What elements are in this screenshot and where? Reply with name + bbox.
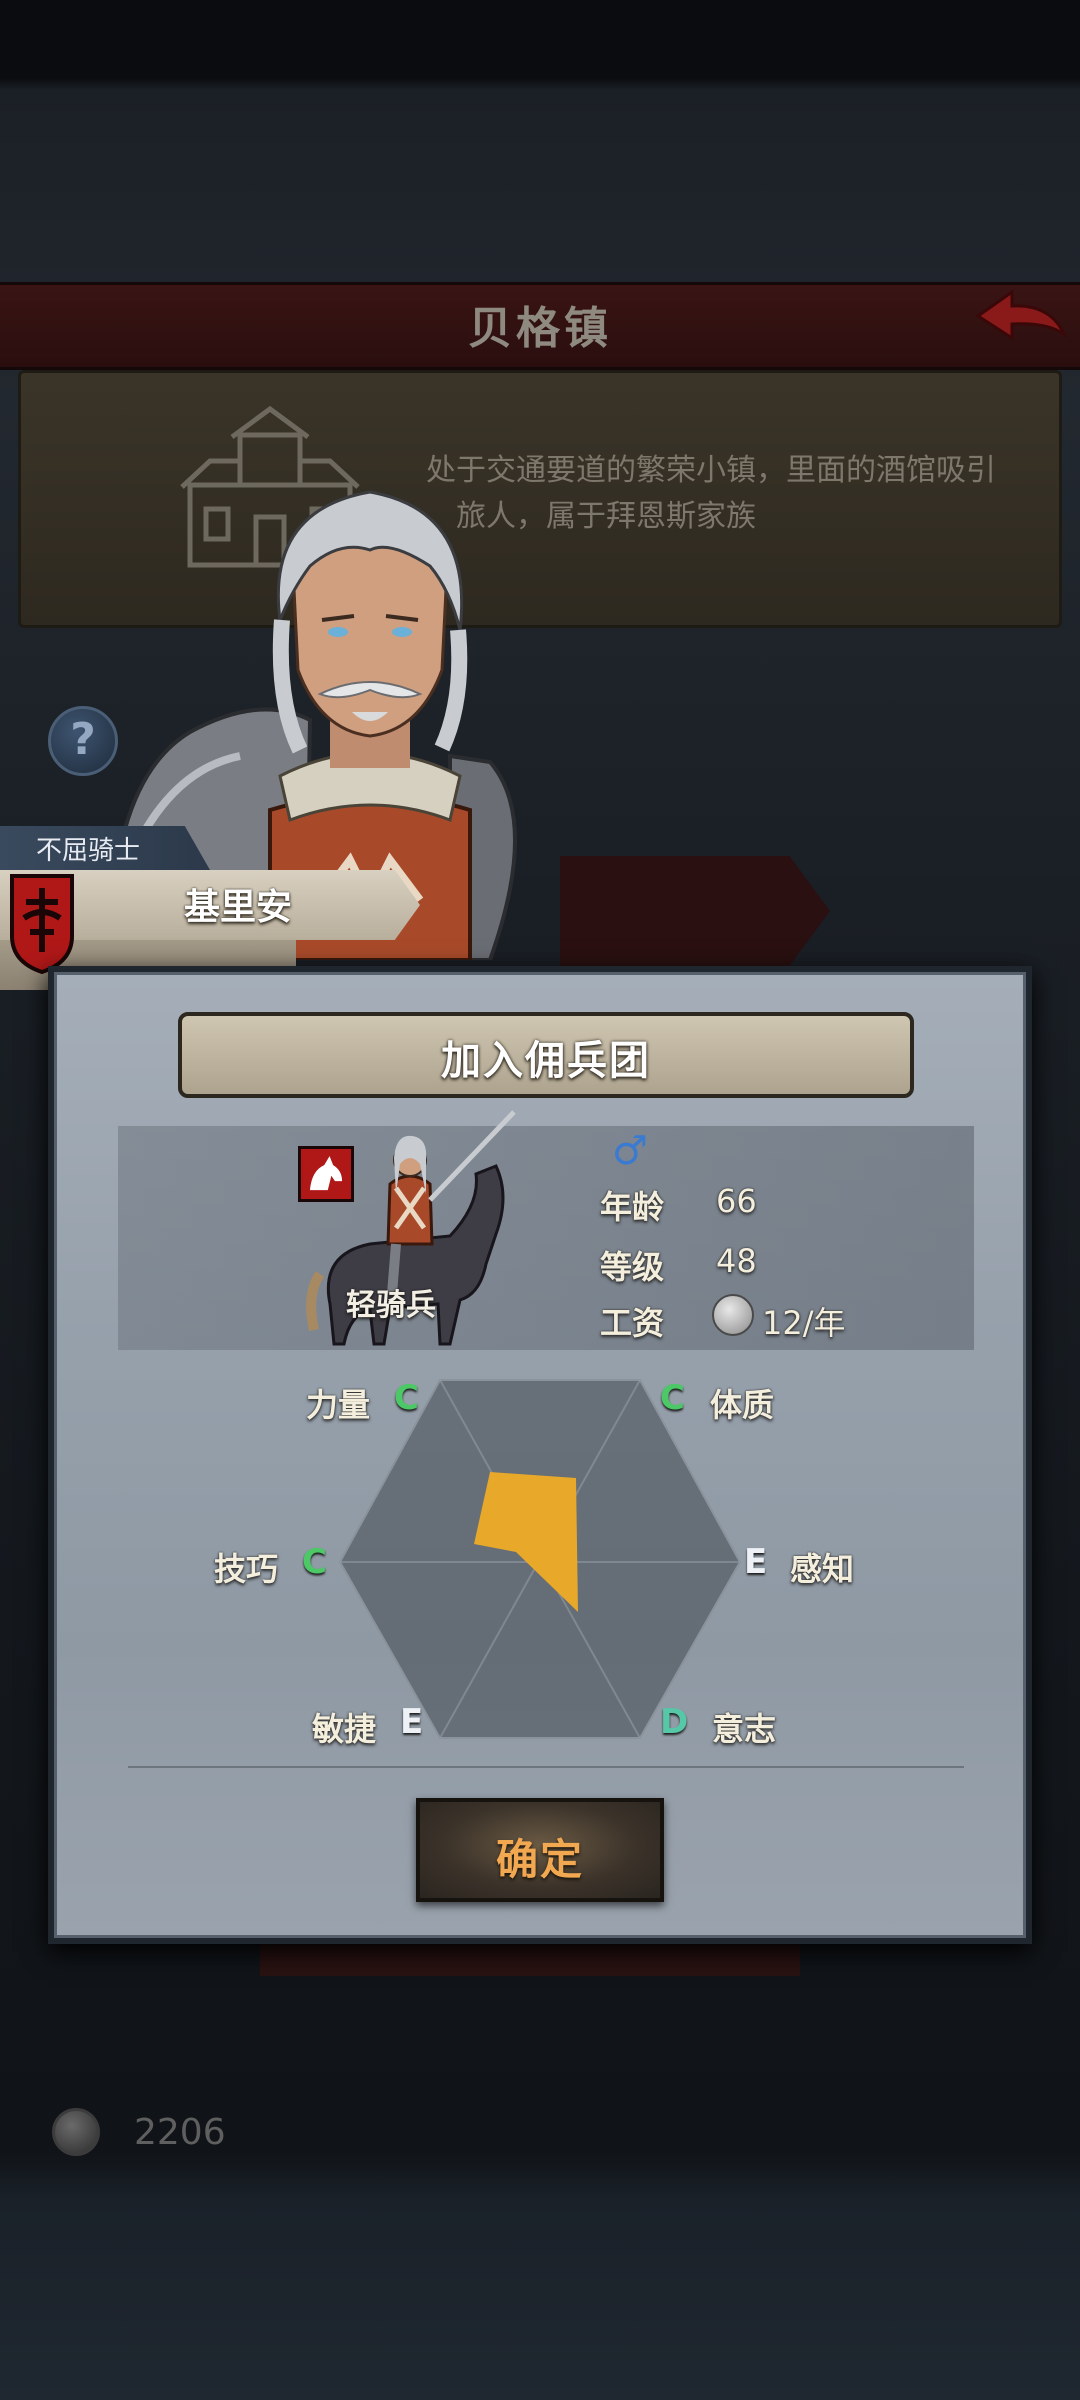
- confirm-button[interactable]: 确定: [416, 1798, 664, 1902]
- age-value: 66: [716, 1182, 757, 1220]
- age-label: 年龄: [600, 1188, 665, 1226]
- male-gender-icon: ♂: [612, 1128, 648, 1174]
- agility-label: 敏捷: [312, 1710, 377, 1748]
- silver-coin-icon: [52, 2108, 100, 2156]
- character-title: 不屈骑士: [36, 836, 141, 866]
- confirm-button-label: 确定: [495, 1835, 584, 1884]
- strength-label: 力量: [306, 1386, 371, 1424]
- will-grade: D: [660, 1702, 689, 1742]
- level-value: 48: [716, 1242, 757, 1280]
- will-label: 意志: [712, 1710, 777, 1748]
- back-arrow-icon[interactable]: [970, 282, 1070, 362]
- family-crest-icon: [10, 874, 74, 975]
- skill-grade: C: [302, 1542, 327, 1582]
- dialog-title: 加入佣兵团: [441, 1038, 651, 1084]
- silver-coin-icon: [712, 1294, 754, 1336]
- constitution-grade: C: [660, 1378, 685, 1418]
- strength-grade: C: [394, 1378, 419, 1418]
- level-label: 等级: [600, 1248, 665, 1286]
- perception-grade: E: [744, 1542, 768, 1582]
- skill-label: 技巧: [214, 1550, 279, 1588]
- agility-grade: E: [400, 1702, 424, 1742]
- constitution-label: 体质: [710, 1386, 775, 1424]
- unit-class-label: 轻骑兵: [346, 1288, 436, 1323]
- currency-amount: 2206: [134, 2112, 226, 2153]
- wage-label: 工资: [600, 1304, 665, 1342]
- perception-label: 感知: [790, 1550, 855, 1588]
- dialog-divider: [128, 1766, 964, 1768]
- wage-value: 12/年: [762, 1304, 846, 1342]
- attribute-hexagon: [338, 1379, 742, 1739]
- cavalry-class-icon: [298, 1146, 354, 1202]
- character-name: 基里安: [184, 887, 293, 928]
- town-title: 贝格镇: [468, 303, 612, 354]
